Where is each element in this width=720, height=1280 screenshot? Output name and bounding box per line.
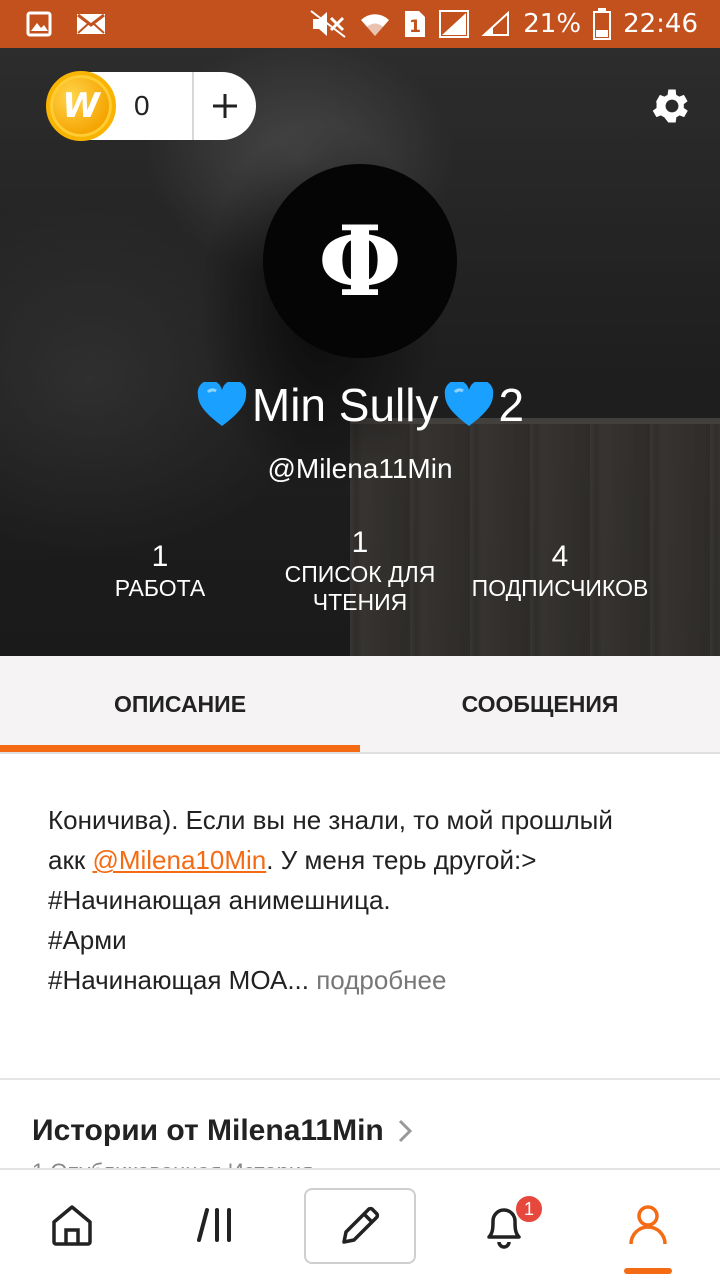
display-name: Min Sully 2 [0,378,720,432]
display-name-suffix: 2 [498,379,525,431]
display-name-text: Min Sully [251,379,439,431]
plus-icon [213,94,237,118]
stat-followers-label: ПОДПИСЧИКОВ [471,575,649,601]
stat-reading-lists-label: СПИСОК ДЛЯ ЧТЕНИЯ [284,561,436,615]
bottom-nav: 1 [0,1168,720,1280]
library-icon [197,1208,231,1242]
mail-icon [76,12,106,36]
read-more-link[interactable]: подробнее [309,965,446,995]
home-icon [52,1205,92,1246]
stories-title: Истории от Milena11Min [32,1114,384,1147]
signal-icon [439,10,470,38]
description-line: #Арми [48,925,127,955]
nav-profile[interactable] [576,1170,720,1280]
profile-icon [629,1205,667,1245]
coin-icon: W [46,71,116,141]
notification-badge: 1 [514,1194,544,1224]
description-line: Коничива). Если вы не знали, то мой прош… [48,805,613,835]
section-divider [0,1078,720,1080]
coin-balance-pill[interactable]: W 0 [46,71,256,141]
wifi-icon [359,10,391,38]
nav-home[interactable] [0,1170,144,1280]
svg-text:1: 1 [409,17,421,37]
profile-header: W 0 Φ Min Sully 2 @Milena11Min 1 РАБОТА … [0,48,720,656]
profile-stats: 1 РАБОТА 1 СПИСОК ДЛЯ ЧТЕНИЯ 4 ПОДПИСЧИК… [0,526,720,636]
gear-icon [652,89,688,123]
username: @Milena11Min [267,453,453,484]
battery-percent: 21% [523,9,582,39]
tab-messages[interactable]: СООБЩЕНИЯ [360,656,720,752]
profile-description: Коничива). Если вы не знали, то мой прош… [48,800,688,1000]
stat-followers[interactable]: 4 ПОДПИСЧИКОВ [440,540,680,602]
mute-icon [309,9,347,39]
status-bar: 1 21% 22:46 [0,0,720,48]
nav-write[interactable] [304,1188,416,1264]
description-line: #Начинающая анимешница. [48,885,391,915]
mention-link[interactable]: @Milena10Min [92,845,266,875]
sim-icon: 1 [403,9,427,39]
pencil-icon [342,1206,380,1244]
coin-count: 0 [134,90,150,121]
description-line: акк @Milena10Min. У меня терь другой:> [48,845,537,875]
blue-heart-icon-2 [444,382,493,426]
nav-library[interactable] [146,1170,290,1280]
profile-tabs: ОПИСАНИЕ СООБЩЕНИЯ [0,656,720,754]
blue-heart-icon [197,382,247,426]
stories-section-link[interactable]: Истории от Milena11Min [32,1114,412,1148]
battery-icon [593,8,612,40]
clock: 22:46 [623,9,698,39]
add-coins-button[interactable] [194,92,256,120]
tab-description[interactable]: ОПИСАНИЕ [0,656,360,752]
stat-followers-value: 4 [551,540,569,573]
chevron-right-icon [398,1119,412,1143]
gallery-icon [26,11,52,37]
description-line: #Начинающая МОА... подробнее [48,965,447,995]
active-nav-indicator [624,1268,672,1274]
signal-icon-2 [481,10,511,38]
nav-notifications[interactable] [432,1170,576,1280]
avatar[interactable]: Φ [263,164,457,358]
settings-button[interactable] [650,84,694,128]
